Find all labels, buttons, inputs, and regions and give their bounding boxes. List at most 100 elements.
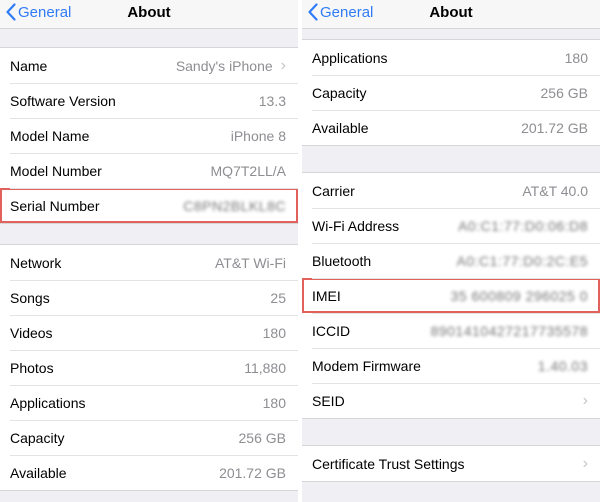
value-text: 13.3: [258, 92, 286, 109]
nav-bar: General About: [302, 0, 600, 29]
row-value: 180: [263, 395, 286, 411]
chevron-right-icon: ›: [582, 391, 588, 409]
settings-group: Carrier AT&T 40.0 Wi-Fi Address A0:C1:77:D0…: [302, 172, 600, 419]
row-value: 201.72 GB: [219, 465, 286, 481]
redacted-value: A0:C1:77:D0:06:D8: [458, 217, 588, 234]
redacted-value: 1.40.03: [537, 357, 588, 374]
row-applications: Applications 180: [0, 385, 298, 420]
row-value: 1.40.03: [538, 358, 588, 374]
row-value: AT&T Wi-Fi: [215, 255, 286, 271]
row-software-version: Software Version 13.3: [0, 83, 298, 118]
row-certificate-trust-settings[interactable]: Certificate Trust Settings ›: [302, 446, 600, 481]
row-value: MQ7T2LL/A: [211, 163, 286, 179]
settings-list: Applications 180 Capacity 256 GB Available 20…: [302, 39, 600, 482]
redacted-value: C8PN2BLKL8C: [183, 197, 286, 214]
value-text: 256 GB: [540, 84, 588, 101]
value-text: 180: [262, 324, 286, 341]
row-label: Capacity: [10, 429, 65, 446]
row-serial-number: Serial Number C8PN2BLKL8C: [0, 188, 298, 223]
row-modem-firmware: Modem Firmware 1.40.03: [302, 348, 600, 383]
row-value: 13.3: [259, 93, 286, 109]
row-capacity: Capacity 256 GB: [0, 420, 298, 455]
redacted-value: 35 600809 296025 0: [450, 287, 588, 304]
value-text: MQ7T2LL/A: [210, 162, 286, 179]
row-value: iPhone 8: [231, 128, 286, 144]
row-value: Sandy's iPhone ›: [175, 56, 286, 74]
settings-group: Network AT&T Wi-Fi Songs 25 Videos 180 Photos 1…: [0, 244, 298, 491]
row-photos: Photos 11,880: [0, 350, 298, 385]
row-value: A0:C1:77:D0:06:D8: [458, 218, 588, 234]
chevron-right-icon: ›: [582, 454, 588, 472]
row-label: Available: [312, 119, 369, 136]
row-videos: Videos 180: [0, 315, 298, 350]
value-text: 201.72 GB: [521, 119, 588, 136]
row-bluetooth: Bluetooth A0:C1:77:D0:2C:E5: [302, 243, 600, 278]
value-text: Sandy's iPhone: [175, 57, 273, 74]
row-value: 180: [565, 50, 588, 66]
row-label: ICCID: [312, 322, 351, 339]
row-value: 25: [270, 290, 286, 306]
row-applications: Applications 180: [302, 40, 600, 75]
row-value: ›: [575, 454, 588, 472]
back-button[interactable]: General: [6, 3, 71, 21]
nav-bar: General About: [0, 0, 298, 29]
row-seid[interactable]: SEID ›: [302, 383, 600, 418]
settings-group: Name Sandy's iPhone › Software Version 13.3 M…: [0, 47, 298, 224]
settings-group: Applications 180 Capacity 256 GB Available 20…: [302, 39, 600, 146]
row-label: Modem Firmware: [312, 357, 421, 374]
value-text: 180: [564, 49, 588, 66]
value-text: 201.72 GB: [219, 464, 286, 481]
row-model-name: Model Name iPhone 8: [0, 118, 298, 153]
row-label: Photos: [10, 359, 54, 376]
value-text: 180: [262, 394, 286, 411]
row-label: Bluetooth: [312, 252, 372, 269]
row-value: A0:C1:77:D0:2C:E5: [457, 253, 588, 269]
value-text: 256 GB: [238, 429, 286, 446]
row-label: Certificate Trust Settings: [312, 455, 465, 472]
row-label: Capacity: [312, 84, 367, 101]
row-label: SEID: [312, 392, 345, 409]
row-value: 35 600809 296025 0: [451, 288, 588, 304]
right-about-screen: General About Applications 180 Capacity 256…: [302, 0, 600, 502]
value-text: AT&T Wi-Fi: [214, 254, 286, 271]
row-imei: IMEI 35 600809 296025 0: [302, 278, 600, 313]
row-available: Available 201.72 GB: [0, 455, 298, 490]
value-text: 25: [270, 289, 286, 306]
row-value: 11,880: [244, 360, 286, 376]
row-value: 256 GB: [541, 85, 588, 101]
back-button[interactable]: General: [308, 3, 373, 21]
row-value: C8PN2BLKL8C: [183, 198, 286, 214]
row-label: Serial Number: [10, 197, 100, 214]
chevron-left-icon: [308, 3, 318, 21]
back-label[interactable]: General: [320, 4, 373, 21]
row-capacity: Capacity 256 GB: [302, 75, 600, 110]
row-wi-fi-address: Wi-Fi Address A0:C1:77:D0:06:D8: [302, 208, 600, 243]
redacted-value: 8901410427217735578: [430, 322, 588, 339]
row-iccid: ICCID 8901410427217735578: [302, 313, 600, 348]
row-label: Network: [10, 254, 62, 271]
value-text: iPhone 8: [230, 127, 286, 144]
row-value: 8901410427217735578: [431, 323, 588, 339]
row-label: Model Number: [10, 162, 102, 179]
row-value: ›: [575, 391, 588, 409]
row-value: AT&T 40.0: [522, 183, 588, 199]
row-label: Software Version: [10, 92, 116, 109]
row-value: 201.72 GB: [521, 120, 588, 136]
row-label: Applications: [10, 394, 86, 411]
row-label: Available: [10, 464, 67, 481]
settings-group: Certificate Trust Settings ›: [302, 445, 600, 482]
left-about-screen: General About Name Sandy's iPhone › Softwar…: [0, 0, 298, 502]
row-model-number: Model Number MQ7T2LL/A: [0, 153, 298, 188]
row-carrier: Carrier AT&T 40.0: [302, 173, 600, 208]
row-label: Name: [10, 57, 48, 74]
settings-list: Name Sandy's iPhone › Software Version 13.3 M…: [0, 47, 298, 491]
back-label[interactable]: General: [18, 4, 71, 21]
row-label: Carrier: [312, 182, 355, 199]
row-name[interactable]: Name Sandy's iPhone ›: [0, 48, 298, 83]
row-label: Videos: [10, 324, 53, 341]
row-label: Applications: [312, 49, 388, 66]
row-value: 256 GB: [239, 430, 286, 446]
row-label: Songs: [10, 289, 50, 306]
chevron-right-icon: ›: [280, 56, 286, 74]
row-value: 180: [263, 325, 286, 341]
